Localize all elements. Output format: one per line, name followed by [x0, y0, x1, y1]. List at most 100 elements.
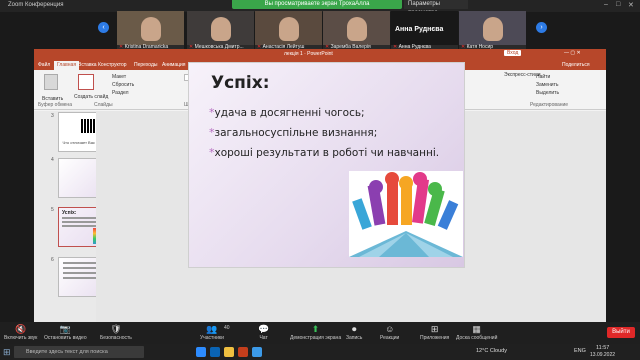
clock-date[interactable]: 13.09.2022 — [590, 352, 615, 358]
toolbar-button[interactable]: 🛡 Безопасность — [100, 324, 132, 341]
ribbon-group-label: Буфер обмена — [38, 102, 72, 108]
toolbar-icon: ⊞ — [430, 324, 439, 334]
participant-video — [187, 11, 254, 45]
toolbar-icon: 🔇 — [15, 324, 27, 334]
ribbon-tab[interactable]: Вставка — [78, 62, 97, 68]
toolbar-icon: 💬 — [258, 324, 270, 334]
toolbar-icon: 🛡 — [110, 324, 122, 334]
ppt-window-controls[interactable]: — ▢ ✕ — [564, 50, 581, 56]
view-options-button[interactable]: Параметры просмотра — [404, 0, 468, 16]
ribbon-group-label: Слайды — [94, 102, 113, 108]
participant-tile[interactable]: ✕ Катя Носир — [459, 11, 526, 51]
ribbon-tab[interactable]: Переходы — [134, 62, 157, 68]
toolbar-icon: ⬆ — [311, 324, 320, 334]
toolbar-icon: ⏺ — [351, 324, 357, 334]
ribbon-tab[interactable]: Анимация — [162, 62, 185, 68]
toolbar-label: Чат — [259, 335, 268, 341]
toolbar-button[interactable]: 🔇 Включить звук — [4, 324, 37, 341]
participant-big-name: Анна Руднєва — [395, 26, 444, 33]
toolbar-label: Реакции — [380, 335, 400, 341]
toolbar-button[interactable]: ⊞ Приложения — [420, 324, 449, 341]
ribbon-tab[interactable]: Конструктор — [98, 62, 127, 68]
leave-meeting-button[interactable]: Выйти — [607, 327, 635, 338]
ribbon-button[interactable]: Создать слайд — [74, 94, 108, 100]
toolbar-icon: ☺ — [385, 324, 395, 334]
toolbar-button[interactable]: 💬 Чат — [258, 324, 269, 341]
slide-num: 6 — [51, 257, 54, 263]
ribbon-button[interactable]: Заменить — [536, 82, 558, 88]
ribbon-tab[interactable]: Главная — [54, 61, 80, 70]
slide-bullet-2: *загальносуспільне визнання; — [209, 126, 378, 139]
maximize-icon[interactable]: □ — [616, 1, 620, 8]
toolbar-label: Участники — [200, 335, 224, 341]
paste-icon[interactable] — [44, 74, 58, 90]
windows-start-icon[interactable]: ⊞ — [3, 347, 11, 358]
zoom-toolbar: 🔇 Включить звук 📷 Остановить видео 🛡 Безопасн… — [0, 322, 640, 344]
ribbon-button[interactable]: Сбросить — [112, 82, 134, 88]
next-participants-icon[interactable]: › — [536, 22, 547, 33]
close-icon[interactable]: ✕ — [628, 1, 634, 9]
taskbar-search-input[interactable]: Введите здесь текст для поиска — [14, 346, 144, 358]
raised-hands-image — [349, 171, 463, 257]
slide-num: 5 — [51, 207, 54, 213]
language-indicator[interactable]: ENG — [574, 348, 586, 354]
screen-share-banner: Вы просматриваете экран ТрохаАлла — [232, 0, 402, 9]
toolbar-label: Приложения — [420, 335, 450, 341]
toolbar-icon: 👥 — [206, 324, 218, 334]
participant-tile[interactable]: ✕ Мешковська Дмитр... — [187, 11, 254, 51]
slide-title: Успіх: — [211, 73, 270, 93]
weather-status[interactable]: 12°C Cloudy — [476, 348, 507, 354]
toolbar-button[interactable]: 📷 Остановить видео — [44, 324, 87, 341]
zoom-window-title: Zoom Конференция — [8, 2, 64, 8]
ribbon-button[interactable]: Раздел — [112, 90, 129, 96]
ppt-titlebar: лекція 1 · PowerPoint Вход — ▢ ✕ — [34, 49, 606, 60]
participant-video — [255, 11, 322, 45]
toolbar-icon: ▦ — [472, 324, 481, 334]
toolbar-label: Запись — [346, 335, 363, 341]
toolbar-label: Включить звук — [4, 335, 38, 341]
sign-in-button[interactable]: Вход — [504, 50, 522, 56]
clock-time[interactable]: 11:57 — [596, 345, 609, 351]
toolbar-button[interactable]: ⬆ Демонстрация экрана — [290, 324, 341, 341]
ribbon-button[interactable]: Выделить — [536, 90, 559, 96]
participant-tile[interactable]: ✕ Заремба Валерія — [323, 11, 390, 51]
toolbar-button[interactable]: ☺ Реакции — [380, 324, 399, 341]
toolbar-button[interactable]: ⏺ Запись — [346, 324, 362, 341]
thumb-title: Успіх: — [62, 210, 77, 216]
zoom-taskbar-icon[interactable] — [196, 347, 206, 357]
new-slide-icon[interactable] — [78, 74, 94, 90]
slide-num: 3 — [51, 113, 54, 119]
participant-count: 40 — [224, 325, 230, 331]
participant-tile[interactable]: ✕ Kristina Dramaricka — [117, 11, 184, 51]
prev-participants-icon[interactable]: ‹ — [98, 22, 109, 33]
current-slide[interactable]: Успіх: *удача в досягненні чогось; *зага… — [188, 62, 465, 268]
powerpoint-taskbar-icon[interactable] — [238, 347, 248, 357]
ribbon-group-label: Редактирование — [530, 102, 569, 108]
toolbar-label: Безопасность — [100, 335, 132, 341]
ribbon-tab[interactable]: Файл — [38, 62, 50, 68]
slide-num: 4 — [51, 157, 54, 163]
slide-thumbnails-pane: 3 Что отличает Вас от других? 4 5 Успіх:… — [34, 111, 118, 322]
participant-video — [459, 11, 526, 45]
telegram-taskbar-icon[interactable] — [252, 347, 262, 357]
ribbon-button[interactable]: Вставить — [42, 96, 63, 102]
slide-bullet-1: *удача в досягненні чогось; — [209, 106, 365, 119]
toolbar-icon: 📷 — [59, 324, 71, 334]
toolbar-label: Остановить видео — [44, 335, 87, 341]
toolbar-label: Доска сообщений — [456, 335, 498, 341]
share-button[interactable]: Поделиться — [562, 62, 590, 68]
toolbar-label: Демонстрация экрана — [290, 335, 342, 341]
ppt-doc-title: лекція 1 · PowerPoint — [284, 51, 333, 57]
participant-tile[interactable]: ✕ Анастасія Лейтуш — [255, 11, 322, 51]
participant-video — [117, 11, 184, 45]
explorer-taskbar-icon[interactable] — [224, 347, 234, 357]
toolbar-button[interactable]: ▦ Доска сообщений — [456, 324, 497, 341]
edge-taskbar-icon[interactable] — [210, 347, 220, 357]
slide-bullet-3: *хороші результати в роботі чи навчанні. — [209, 146, 440, 159]
minimize-icon[interactable]: – — [604, 1, 608, 8]
participant-video — [323, 11, 390, 45]
ribbon-button[interactable]: Макет — [112, 74, 126, 80]
qr-code-image — [81, 119, 95, 133]
toolbar-button[interactable]: 👥 Участники 40 — [200, 324, 230, 341]
ribbon-button[interactable]: Найти — [536, 74, 550, 80]
